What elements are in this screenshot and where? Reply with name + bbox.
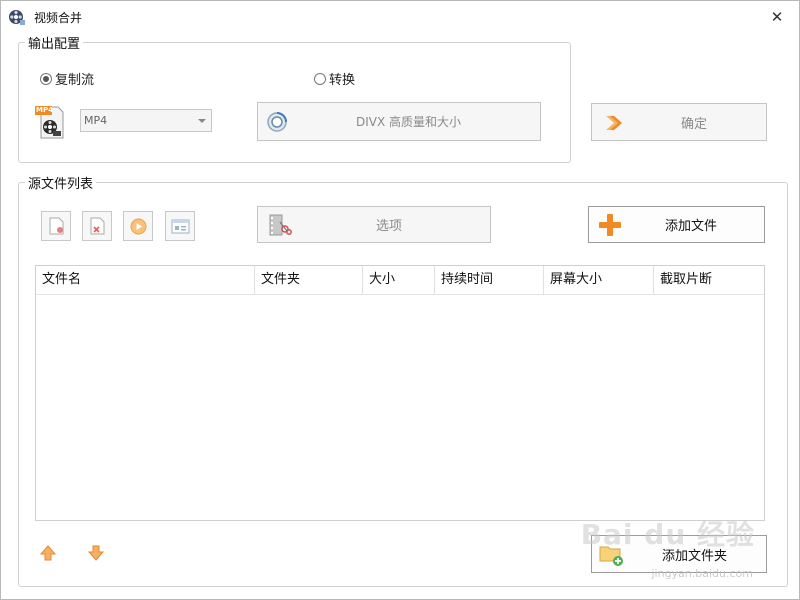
title-bar: 视频合并 ✕ [1, 1, 799, 33]
quality-preset-label: DIVX 高质量和大小 [356, 115, 462, 129]
arrow-down-icon [87, 545, 105, 566]
add-file-button[interactable]: 添加文件 [588, 206, 765, 243]
info-icon [171, 219, 190, 238]
options-label: 选项 [376, 219, 403, 234]
play-tool-button[interactable] [123, 211, 153, 241]
film-reel-icon [8, 8, 26, 26]
settings-dial-icon [266, 111, 288, 137]
move-down-button[interactable] [87, 544, 107, 564]
plus-icon [598, 213, 622, 241]
baidu-watermark-url: jingyan.baidu.com [651, 567, 753, 580]
options-button[interactable]: 选项 [257, 206, 491, 243]
file-table[interactable]: 文件名 文件夹 大小 持续时间 屏幕大小 截取片断 [35, 265, 765, 521]
move-up-button[interactable] [39, 544, 59, 564]
play-icon [130, 218, 147, 239]
radio-copy-indicator [40, 72, 52, 85]
mp4-icon-label: MP4 [36, 106, 53, 114]
add-file-tool-button[interactable] [41, 211, 71, 241]
film-scissors-icon [268, 214, 292, 240]
column-header-clip-segment[interactable]: 截取片断 [654, 266, 764, 294]
quality-preset-button[interactable]: DIVX 高质量和大小 [257, 102, 541, 141]
radio-convert-indicator [314, 72, 326, 85]
output-settings-legend: 输出配置 [25, 33, 84, 52]
column-header-screen-size[interactable]: 屏幕大小 [544, 266, 654, 294]
close-icon: ✕ [770, 8, 784, 26]
close-button[interactable]: ✕ [759, 3, 795, 31]
radio-convert-label: 转换 [329, 73, 356, 88]
arrow-up-icon [39, 545, 57, 566]
window-title: 视频合并 [34, 11, 83, 25]
confirm-button[interactable]: 确定 [591, 103, 767, 141]
output-settings-group: 输出配置 复制流 转换 MP4 MP4 DIVX 高质量和大小 [18, 33, 571, 163]
confirm-label: 确定 [681, 116, 708, 132]
remove-file-icon [90, 217, 106, 239]
info-tool-button[interactable] [165, 211, 195, 241]
column-header-size[interactable]: 大小 [363, 266, 435, 294]
remove-file-tool-button[interactable] [82, 211, 112, 241]
column-header-filename[interactable]: 文件名 [36, 266, 255, 294]
baidu-watermark: Bai du 经验 [580, 518, 755, 551]
format-select-value: MP4 [84, 114, 108, 127]
add-file-label: 添加文件 [665, 219, 718, 234]
column-header-duration[interactable]: 持续时间 [435, 266, 544, 294]
radio-copy-label: 复制流 [55, 73, 95, 88]
video-merge-window: 视频合并 ✕ 输出配置 复制流 转换 MP4 MP4 DIVX 高质量和大小 确… [0, 0, 800, 600]
add-file-icon [49, 217, 65, 239]
chevron-down-icon [198, 119, 206, 123]
arrow-right-icon [604, 113, 626, 137]
file-table-header: 文件名 文件夹 大小 持续时间 屏幕大小 截取片断 [36, 266, 764, 295]
radio-copy-stream[interactable]: 复制流 [40, 69, 94, 88]
mp4-format-icon: MP4 [34, 104, 66, 140]
column-header-folder[interactable]: 文件夹 [255, 266, 363, 294]
source-files-legend: 源文件列表 [25, 173, 97, 192]
format-select[interactable]: MP4 [80, 109, 212, 132]
radio-convert[interactable]: 转换 [314, 69, 355, 88]
